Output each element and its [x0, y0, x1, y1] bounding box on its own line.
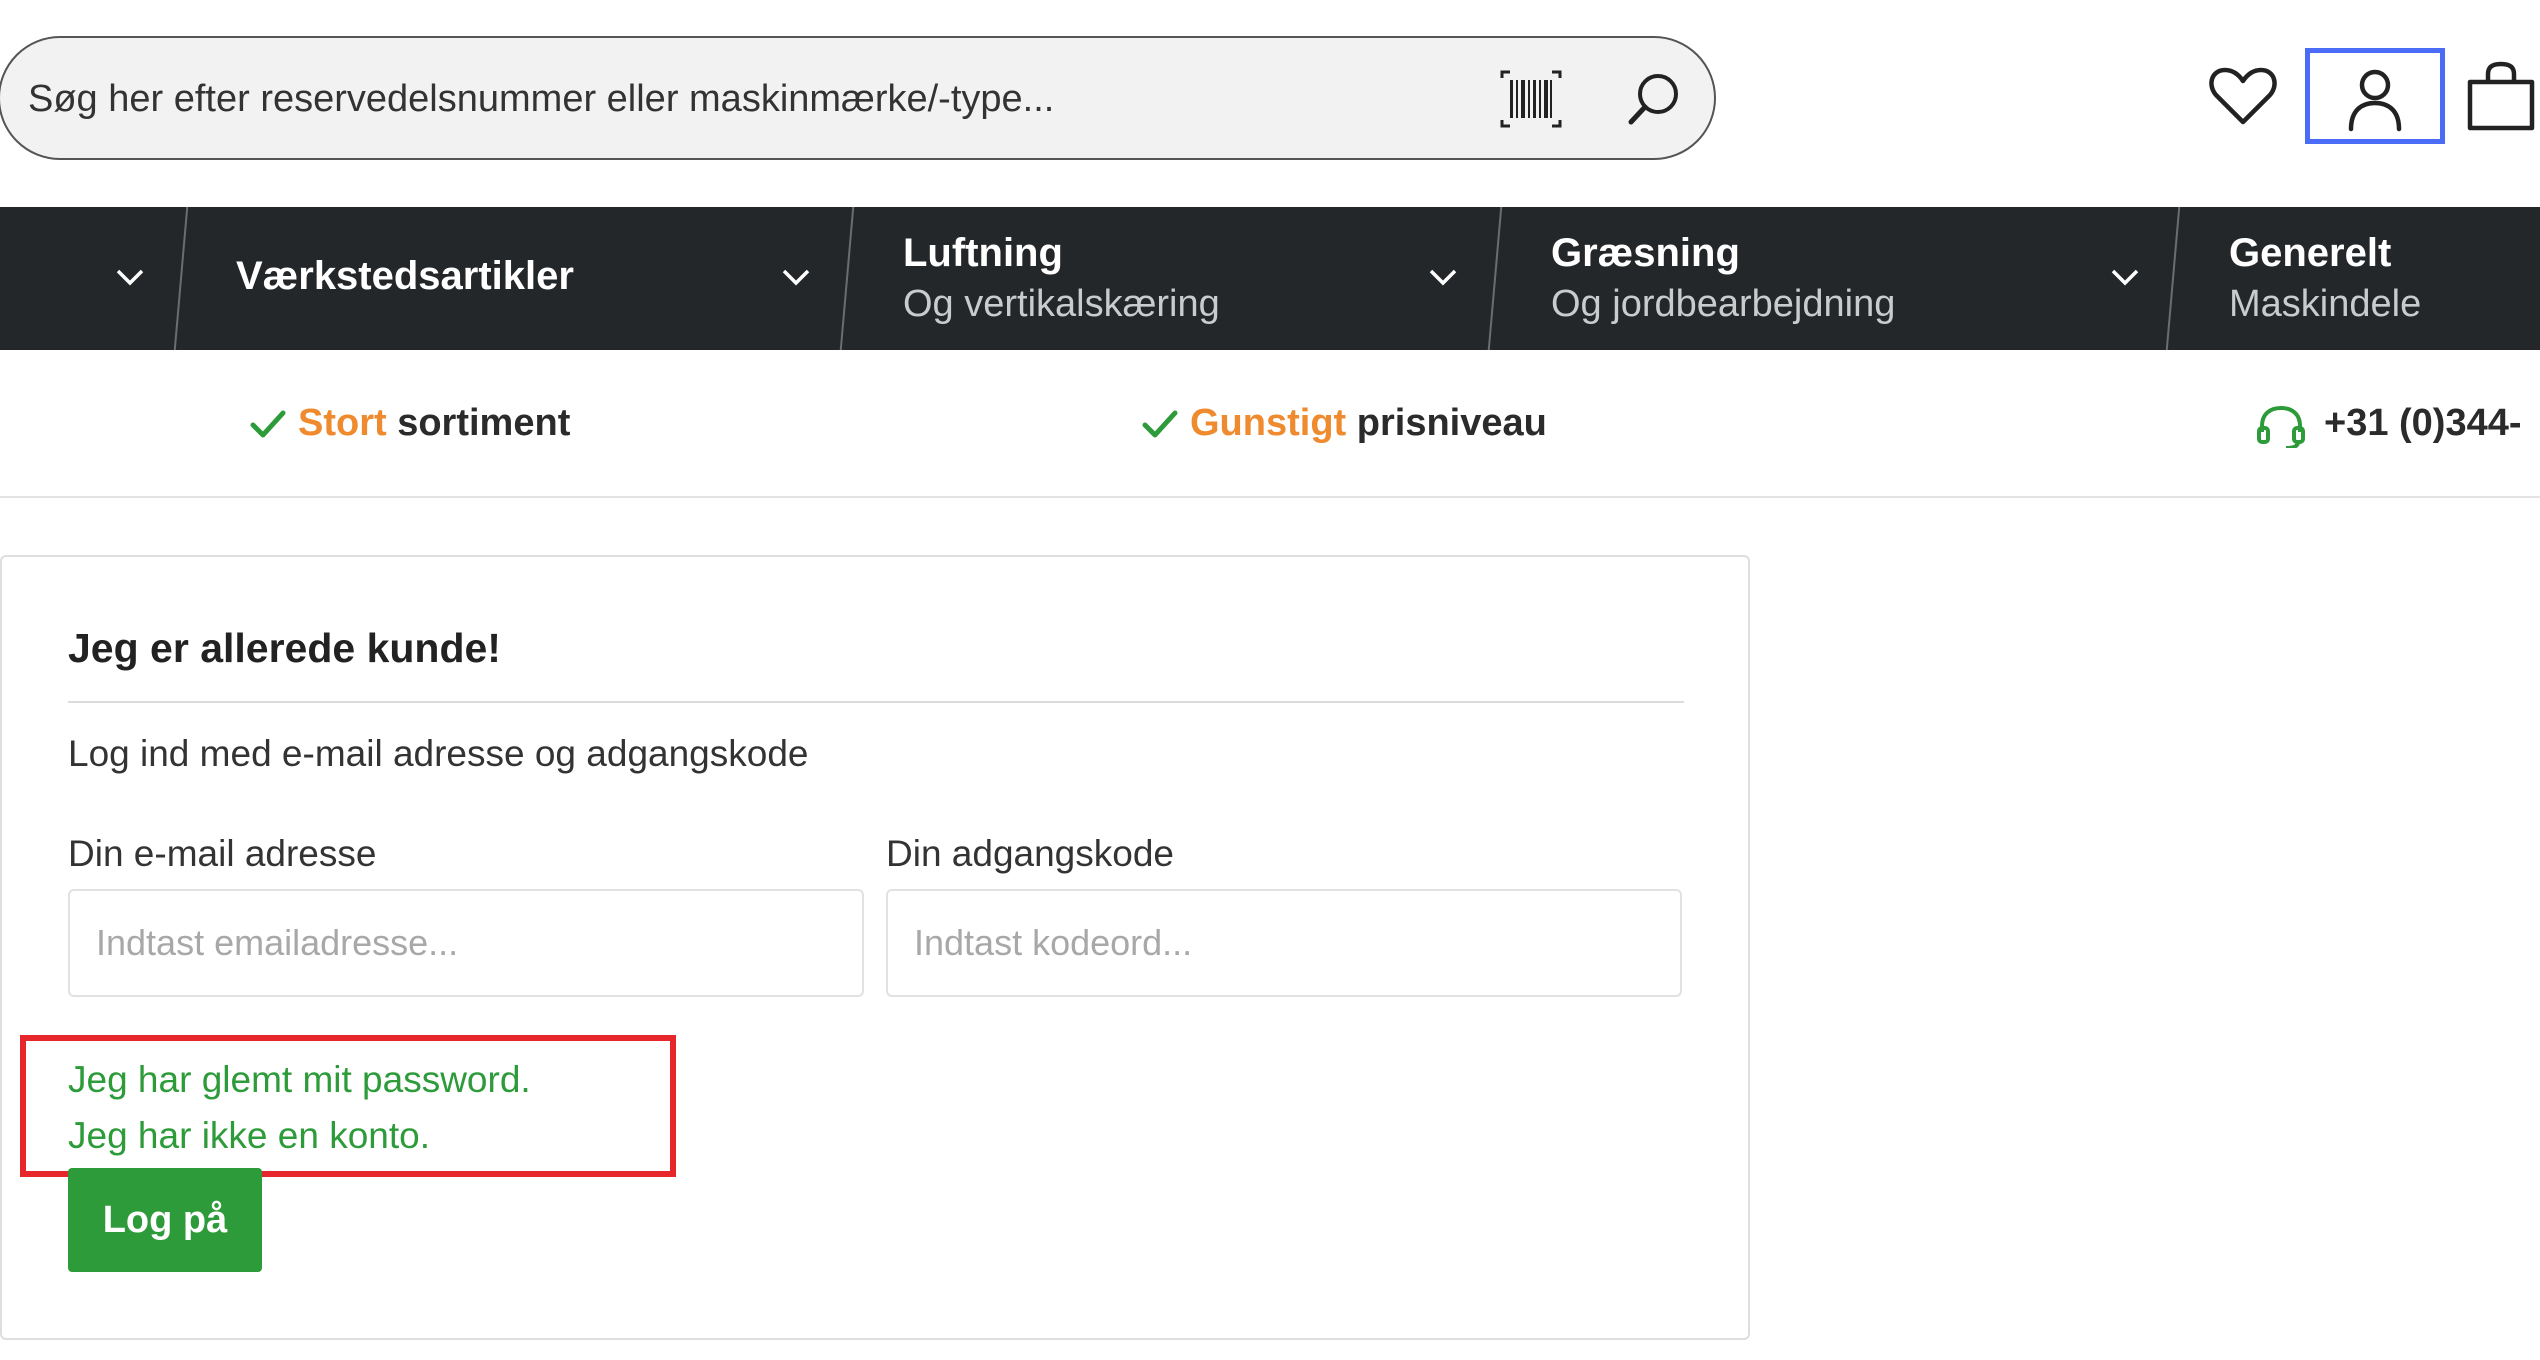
password-label: Din adgangskode: [886, 833, 1174, 874]
login-title: Jeg er allerede kunde!: [68, 625, 501, 671]
search-icon[interactable]: [1618, 64, 1688, 134]
account-button[interactable]: [2305, 48, 2445, 144]
usp-item: Gunstigt prisniveau: [1140, 402, 1560, 448]
chevron-down-icon: [1429, 269, 1457, 286]
nav-item-graesning[interactable]: Græsning Og jordbearbejdning: [1551, 207, 2181, 350]
heart-icon[interactable]: [2205, 58, 2281, 134]
nav-item-subtitle: Og jordbearbejdning: [1551, 283, 1896, 325]
nav-divider: [839, 207, 855, 350]
usp-text: sortiment: [386, 402, 571, 444]
nav-item-title: Luftning: [903, 231, 1063, 275]
barcode-icon[interactable]: [1496, 64, 1566, 134]
check-icon: [1142, 410, 1178, 438]
login-button[interactable]: Log på: [68, 1168, 262, 1272]
nav-item-generelt[interactable]: Generelt Maskindele: [2229, 207, 2540, 350]
email-label: Din e-mail adresse: [68, 833, 377, 874]
usp-phone[interactable]: +31 (0)344-: [2256, 402, 2540, 448]
usp-item: Stort sortiment: [248, 402, 608, 448]
nav-item-subtitle: Og vertikalskæring: [903, 283, 1220, 325]
no-account-link[interactable]: Jeg har ikke en konto.: [68, 1115, 430, 1157]
chevron-down-icon: [2111, 269, 2139, 286]
usp-accent: Gunstigt: [1190, 402, 1347, 444]
nav-item-title: Græsning: [1551, 231, 1740, 275]
email-field[interactable]: [68, 889, 864, 997]
chevron-down-icon[interactable]: [110, 257, 150, 297]
main-nav: Værkstedsartikler Luftning Og vertikalsk…: [0, 207, 2540, 350]
usp-text: prisniveau: [1346, 402, 1547, 444]
nav-item-vaerkstedsartikler[interactable]: Værkstedsartikler: [236, 207, 836, 350]
forgot-password-link[interactable]: Jeg har glemt mit password.: [68, 1059, 531, 1101]
headset-icon: [2257, 405, 2305, 448]
usp-accent: Stort: [298, 402, 387, 444]
search-input[interactable]: [28, 72, 1478, 126]
chevron-down-icon: [782, 269, 810, 286]
check-icon: [250, 410, 286, 438]
user-icon: [2348, 69, 2402, 132]
nav-item-subtitle: Maskindele: [2229, 283, 2422, 325]
password-field[interactable]: [886, 889, 1682, 997]
usp-bar: Stort sortiment Gunstigt prisniveau +31 …: [0, 350, 2540, 498]
phone-number: +31 (0)344-: [2324, 402, 2522, 444]
nav-divider: [173, 207, 189, 350]
site-header: [0, 0, 2540, 207]
login-description: Log ind med e-mail adresse og adgangskod…: [68, 733, 809, 774]
search-bar: [0, 36, 1716, 160]
divider: [68, 701, 1684, 703]
login-card: Jeg er allerede kunde! Log ind med e-mai…: [0, 555, 1750, 1340]
shopping-bag-icon[interactable]: [2462, 60, 2540, 136]
nav-item-title: Værkstedsartikler: [236, 254, 574, 298]
nav-item-luftning[interactable]: Luftning Og vertikalskæring: [903, 207, 1503, 350]
nav-item-title: Generelt: [2229, 231, 2392, 275]
